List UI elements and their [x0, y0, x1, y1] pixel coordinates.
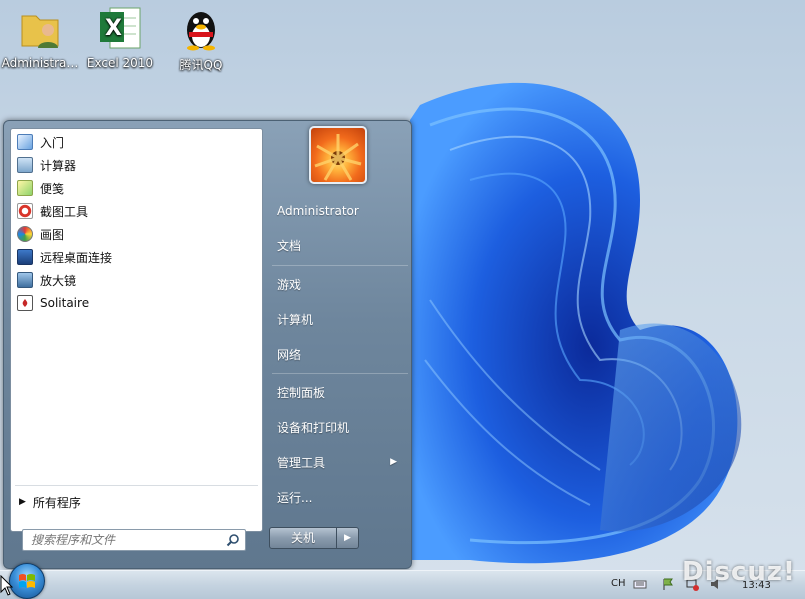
magnifier-icon	[17, 272, 33, 288]
right-item-user[interactable]: Administrator	[269, 197, 409, 225]
desktop-icon-label: Administra…	[1, 56, 79, 70]
right-item-run[interactable]: 运行...	[269, 483, 409, 511]
solitaire-icon	[17, 295, 33, 311]
right-item-label: 网络	[277, 347, 302, 362]
program-item-magnifier[interactable]: 放大镜	[17, 269, 257, 291]
right-item-games[interactable]: 游戏	[269, 270, 409, 298]
right-item-label: 控制面板	[277, 385, 326, 400]
program-label: 放大镜	[40, 273, 77, 288]
all-programs-label: 所有程序	[32, 495, 81, 510]
triangle-right-icon: ▶	[390, 457, 397, 467]
paint-icon	[17, 226, 33, 242]
sticky-notes-icon	[17, 180, 33, 196]
divider	[272, 265, 408, 266]
start-menu: 入门 计算器 便笺 截图工具 画图 远程桌面连接 放大镜 Solitaire ▶…	[3, 120, 412, 569]
right-item-network[interactable]: 网络	[269, 340, 409, 368]
right-item-label: 管理工具	[277, 455, 326, 470]
program-label: 便笺	[40, 181, 65, 196]
right-item-computer[interactable]: 计算机	[269, 305, 409, 333]
excel-icon: X	[96, 4, 144, 52]
program-item-getting-started[interactable]: 入门	[17, 131, 257, 153]
program-label: 计算器	[40, 158, 77, 173]
qq-penguin-icon	[177, 4, 225, 52]
start-menu-programs-pane: 入门 计算器 便笺 截图工具 画图 远程桌面连接 放大镜 Solitaire ▶…	[10, 128, 263, 532]
right-item-label: 设备和打印机	[277, 420, 350, 435]
right-item-documents[interactable]: 文档	[269, 231, 409, 259]
program-label: 入门	[40, 135, 65, 150]
keyboard-icon[interactable]	[633, 577, 647, 591]
program-item-sticky-notes[interactable]: 便笺	[17, 177, 257, 199]
program-item-snipping-tool[interactable]: 截图工具	[17, 200, 257, 222]
right-item-label: 计算机	[277, 312, 314, 327]
right-item-label: 运行...	[277, 490, 313, 505]
calculator-icon	[17, 157, 33, 173]
shutdown-button[interactable]: 关机	[269, 527, 337, 549]
right-item-devices-printers[interactable]: 设备和打印机	[269, 413, 409, 441]
triangle-right-icon: ▶	[344, 533, 351, 543]
search-input[interactable]	[23, 530, 219, 550]
search-icon[interactable]	[226, 533, 240, 547]
user-folder-icon	[16, 4, 64, 52]
program-label: 画图	[40, 227, 65, 242]
snipping-tool-icon	[17, 203, 33, 219]
action-center-flag-icon[interactable]	[661, 577, 675, 591]
remote-desktop-icon	[17, 249, 33, 265]
divider	[272, 373, 408, 374]
triangle-right-icon: ▶	[19, 497, 26, 507]
program-item-calculator[interactable]: 计算器	[17, 154, 257, 176]
desktop-icon-excel[interactable]: X Excel 2010	[80, 4, 160, 76]
right-item-admin-tools[interactable]: 管理工具 ▶	[269, 448, 409, 476]
right-item-label: 游戏	[277, 277, 302, 292]
shutdown-options-button[interactable]: ▶	[337, 527, 359, 549]
desktop-icon-administrator[interactable]: Administra…	[0, 4, 80, 76]
right-item-label: Administrator	[277, 204, 359, 218]
program-item-solitaire[interactable]: Solitaire	[17, 292, 257, 314]
svg-text:X: X	[105, 16, 122, 41]
program-item-remote-desktop[interactable]: 远程桌面连接	[17, 246, 257, 268]
right-item-control-panel[interactable]: 控制面板	[269, 378, 409, 406]
program-label: 远程桌面连接	[40, 250, 113, 265]
all-programs-button[interactable]: ▶ 所有程序	[19, 491, 81, 513]
right-item-label: 文档	[277, 238, 302, 253]
flower-icon	[314, 134, 362, 181]
getting-started-icon	[17, 134, 33, 150]
windows-logo-icon	[19, 574, 35, 588]
program-label: 截图工具	[40, 204, 89, 219]
program-label: Solitaire	[40, 296, 90, 310]
divider	[15, 485, 258, 486]
desktop-icon-qq[interactable]: 腾讯QQ	[161, 4, 241, 76]
desktop-icon-label: 腾讯QQ	[179, 58, 223, 72]
user-avatar[interactable]	[309, 126, 367, 184]
start-button[interactable]	[9, 563, 45, 599]
watermark: Discuz!	[682, 557, 796, 587]
language-indicator[interactable]: CH	[611, 578, 626, 589]
mouse-cursor-icon	[0, 575, 14, 596]
search-box[interactable]	[22, 529, 246, 551]
program-item-paint[interactable]: 画图	[17, 223, 257, 245]
desktop-icon-label: Excel 2010	[86, 56, 154, 70]
